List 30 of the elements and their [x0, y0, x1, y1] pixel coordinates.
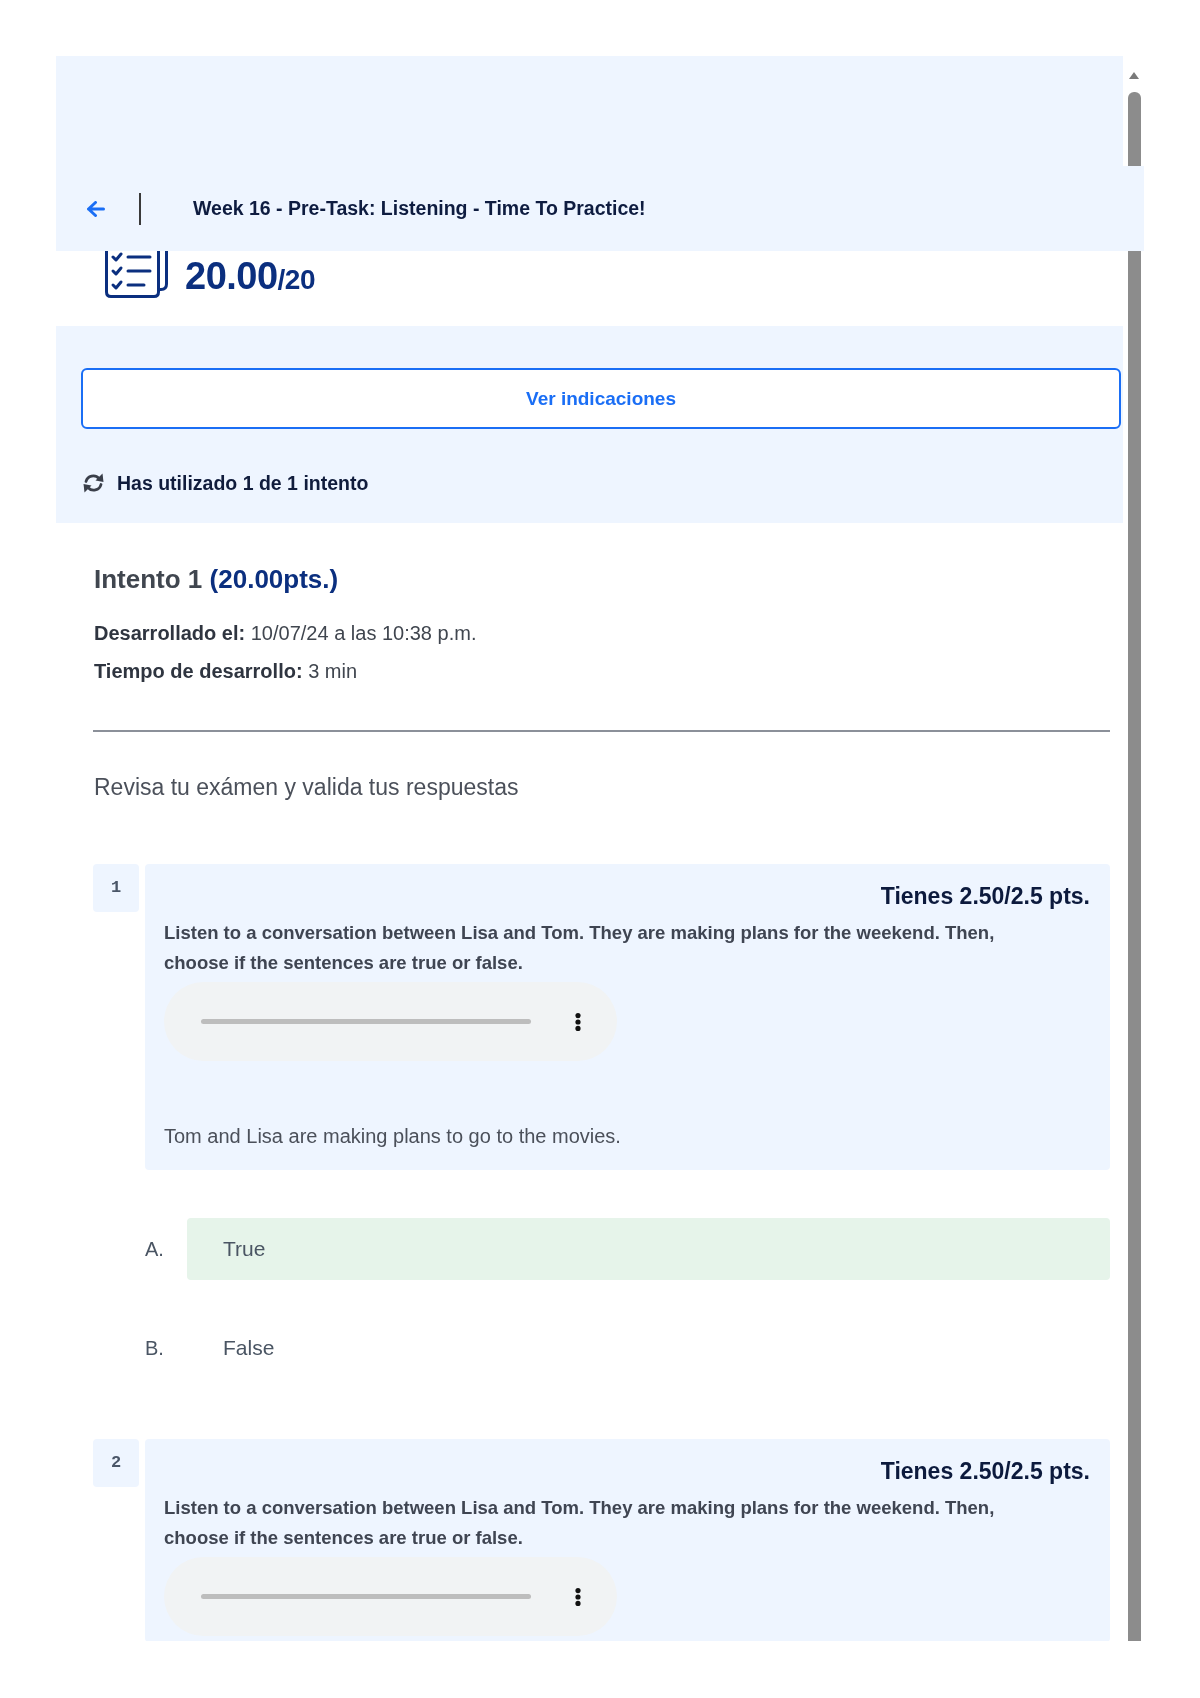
question-instructions: Listen to a conversation between Lisa and Tom. They are making plans for the weekend. Then, choose if the sentences are true or false.	[164, 921, 996, 975]
scrollbar-thumb[interactable]	[1128, 251, 1141, 1641]
attempt-points: (20.00pts.)	[209, 564, 339, 594]
option-letter: A.	[145, 1237, 165, 1261]
answer-option[interactable]: False	[187, 1317, 1110, 1379]
question-statement: Tom and Lisa are making plans to go to the movies.	[164, 1124, 621, 1149]
more-options-icon[interactable]	[575, 1012, 581, 1031]
question-number: 2	[93, 1439, 139, 1487]
back-arrow-icon[interactable]	[87, 200, 105, 217]
page-title: Week 16 - Pre-Task: Listening - Time To Practice!	[193, 197, 646, 220]
score-total: /20	[277, 264, 316, 295]
directions-button[interactable]: Ver indicaciones	[81, 368, 1121, 429]
question-score: Tienes 2.50/2.5 pts.	[880, 882, 1090, 910]
scroll-up-arrow-icon[interactable]	[1129, 72, 1139, 79]
answer-option[interactable]: True	[187, 1218, 1110, 1280]
audio-progress-track[interactable]	[201, 1019, 531, 1024]
attempt-title: Intento 1	[94, 564, 203, 594]
audio-progress-track[interactable]	[201, 1594, 531, 1599]
attempt-detail: Desarrollado el: 10/07/24 a las 10:38 p.m.	[94, 621, 477, 646]
question-score: Tienes 2.50/2.5 pts.	[880, 1457, 1090, 1485]
review-prompt: Revisa tu exámen y valida tus respuestas	[94, 773, 519, 802]
more-options-icon[interactable]	[575, 1587, 581, 1606]
score-value: 20.00	[185, 255, 278, 297]
question-number: 1	[93, 864, 139, 912]
attempts-text: Has utilizado 1 de 1 intento	[117, 472, 369, 494]
attempt-detail: Tiempo de desarrollo: 3 min	[94, 659, 358, 684]
question-instructions: Listen to a conversation between Lisa and Tom. They are making plans for the weekend. Then, choose if the sentences are true or false.	[164, 1496, 996, 1550]
scrollbar-thumb[interactable]	[1128, 92, 1141, 166]
option-letter: B.	[145, 1336, 165, 1360]
refresh-icon	[81, 473, 106, 493]
